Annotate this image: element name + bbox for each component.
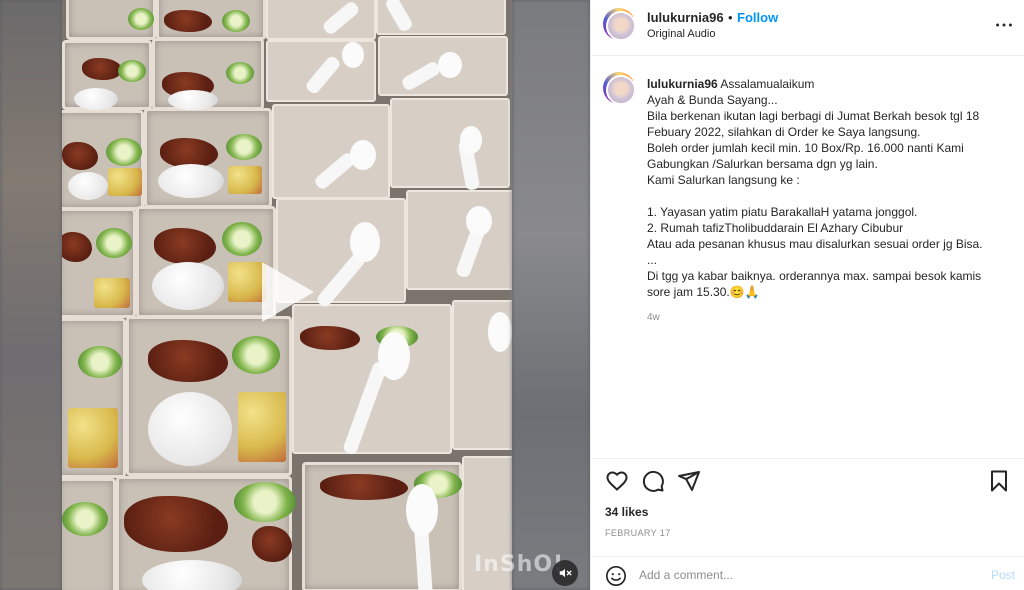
likes-count[interactable]: 34 likes xyxy=(605,505,648,519)
caption-line: Boleh order jumlah kecil min. 10 Box/Rp.… xyxy=(647,141,968,171)
video-blur-left xyxy=(0,0,62,590)
caption-line: Assalamualaikum xyxy=(720,77,815,91)
caption-line: Bila berkenan ikutan lagi berbagi di Jum… xyxy=(647,109,983,139)
action-bar xyxy=(591,458,1024,500)
header-user-line: lulukurnia96 • Follow xyxy=(647,9,778,27)
post-comment-button[interactable]: Post xyxy=(991,568,1015,582)
caption-line: Ayah & Bunda Sayang... xyxy=(647,93,778,107)
video-watermark: InShO! xyxy=(474,552,565,577)
comment-input[interactable] xyxy=(639,563,979,587)
post-header: lulukurnia96 • Follow Original Audio xyxy=(591,0,1024,56)
post-details-panel: lulukurnia96 • Follow Original Audio lul… xyxy=(590,0,1024,590)
caption: lulukurnia96 Assalamualaikum Ayah & Bund… xyxy=(647,76,1007,300)
heart-icon[interactable] xyxy=(605,469,629,493)
caption-line: 1. Yayasan yatim piatu BarakallaH yatama… xyxy=(647,205,918,219)
username-link[interactable]: lulukurnia96 xyxy=(647,10,724,25)
more-horizontal-icon[interactable] xyxy=(993,14,1015,36)
share-icon[interactable] xyxy=(677,469,701,493)
post-video[interactable]: InShO! xyxy=(0,0,590,590)
caption-avatar[interactable] xyxy=(603,72,636,105)
caption-blank-line xyxy=(647,188,1007,204)
caption-line: Kami Salurkan langsung ke : xyxy=(647,173,800,187)
follow-button[interactable]: Follow xyxy=(737,10,778,25)
caption-line: Atau ada pesanan khusus mau disalurkan s… xyxy=(647,237,983,251)
caption-line: Di tgg ya kabar baiknya. orderannya max.… xyxy=(647,269,985,299)
video-blur-right xyxy=(512,0,590,590)
comment-bar: Post xyxy=(591,556,1024,590)
bookmark-icon[interactable] xyxy=(987,469,1011,493)
speaker-muted-icon xyxy=(559,568,572,578)
avatar[interactable] xyxy=(603,8,636,41)
mute-button[interactable] xyxy=(552,560,578,586)
caption-line: 2. Rumah tafizTholibuddarain El Azhary C… xyxy=(647,221,904,235)
header-separator: • xyxy=(728,10,733,25)
audio-link[interactable]: Original Audio xyxy=(647,28,716,40)
caption-time-ago[interactable]: 4w xyxy=(647,312,660,323)
comment-icon[interactable] xyxy=(641,469,665,493)
play-icon[interactable] xyxy=(262,262,314,322)
post-dialog: InShO! lulukurnia96 • Follow Original Au… xyxy=(0,0,1024,590)
emoji-icon[interactable] xyxy=(605,565,627,587)
post-date: FEBRUARY 17 xyxy=(605,528,671,538)
caption-line: ... xyxy=(647,253,658,267)
caption-username[interactable]: lulukurnia96 xyxy=(647,77,718,91)
